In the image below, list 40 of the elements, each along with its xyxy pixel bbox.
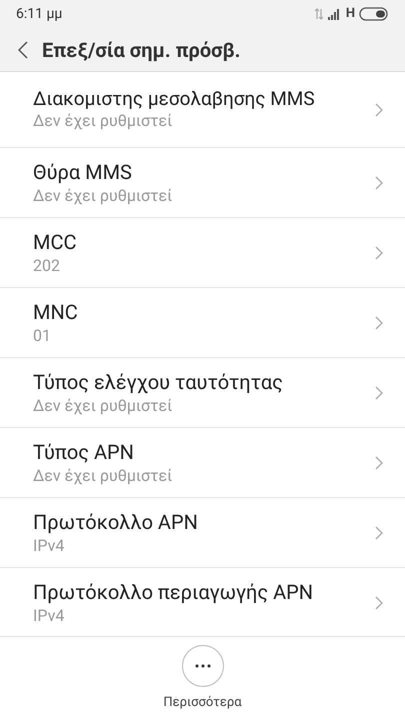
- row-value: IPv4: [33, 604, 66, 626]
- status-time: 6:11 μμ: [16, 4, 62, 24]
- row-value: Δεν έχει ρυθμιστεί: [33, 464, 174, 486]
- more-icon: [194, 664, 210, 668]
- chevron-icon: [375, 386, 383, 400]
- data-arrows-icon: [314, 8, 324, 20]
- chevron-icon: [375, 456, 383, 470]
- row-title: Πρωτόκολλο APN: [33, 508, 199, 534]
- settings-row[interactable]: Τύπος ελέγχου ταυτότητας Δεν έχει ρυθμιστεί: [0, 358, 405, 428]
- row-title: Θύρα MMS: [33, 158, 133, 184]
- row-value: 01: [33, 324, 52, 346]
- settings-row[interactable]: MCC 202: [0, 218, 405, 288]
- chevron-icon: [375, 246, 383, 260]
- settings-row[interactable]: Διακομιστης μεσολαβησης MMS Δεν έχει ρυθμιστεί: [0, 72, 405, 148]
- settings-row[interactable]: Θύρα MMS Δεν έχει ρυθμιστεί: [0, 148, 405, 218]
- row-value: Δεν έχει ρυθμιστεί: [33, 184, 174, 206]
- row-value: IPv4: [33, 534, 66, 556]
- settings-row[interactable]: MNC 01: [0, 288, 405, 358]
- row-title: Πρωτόκολλο περιαγωγής APN: [33, 578, 314, 604]
- row-title: MCC: [33, 228, 78, 254]
- settings-row[interactable]: Πρωτόκολλο APN IPv4: [0, 498, 405, 568]
- chevron-icon: [375, 316, 383, 330]
- network-type: H: [346, 5, 355, 24]
- row-value: Δεν έχει ρυθμιστεί: [33, 394, 174, 416]
- more-label: Περισσότερα: [163, 694, 242, 712]
- row-title: MNC: [33, 298, 79, 324]
- chevron-icon: [375, 102, 383, 116]
- chevron-icon: [375, 176, 383, 190]
- row-value: Δεν έχει ρυθμιστεί: [33, 110, 174, 132]
- row-title: Τύπος APN: [33, 438, 135, 464]
- row-title: Διακομιστης μεσολαβησης MMS: [33, 88, 316, 110]
- back-icon[interactable]: [18, 40, 28, 58]
- row-value: 202: [33, 254, 61, 276]
- row-title: Τύπος ελέγχου ταυτότητας: [33, 368, 284, 394]
- battery-icon: [359, 7, 389, 21]
- settings-row[interactable]: Τύπος APN Δεν έχει ρυθμιστεί: [0, 428, 405, 498]
- signal-icon: [328, 8, 342, 20]
- chevron-icon: [375, 596, 383, 610]
- header-title: Επεξ/σία σημ. πρόσβ.: [42, 36, 240, 64]
- chevron-icon: [375, 526, 383, 540]
